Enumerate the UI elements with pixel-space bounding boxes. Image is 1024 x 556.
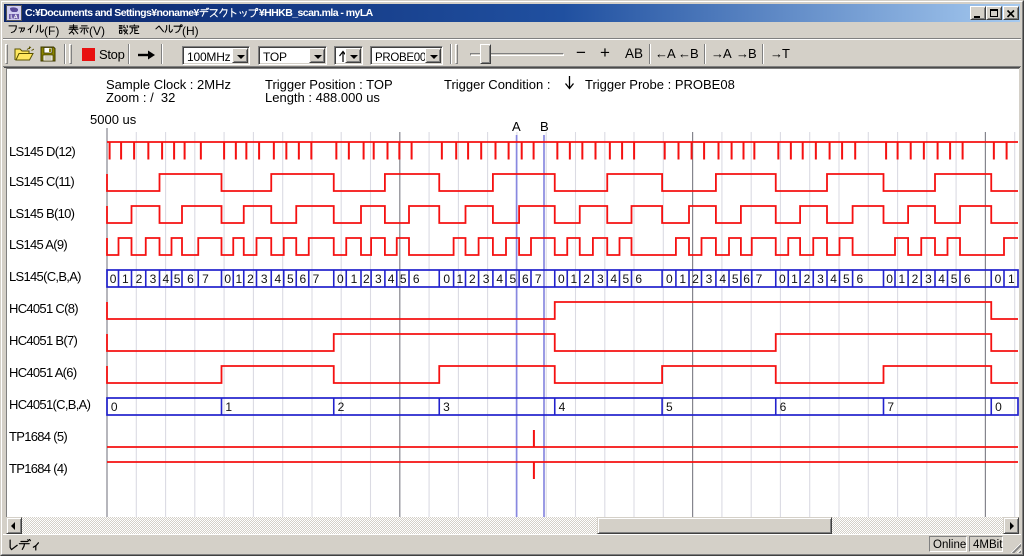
svg-text:4: 4 (830, 272, 837, 286)
svg-text:6: 6 (413, 272, 420, 286)
svg-text:0: 0 (995, 272, 1002, 286)
svg-text:2: 2 (338, 400, 345, 414)
svg-text:5: 5 (732, 272, 739, 286)
svg-text:6: 6 (780, 400, 787, 414)
svg-text:0: 0 (886, 272, 893, 286)
svg-text:1: 1 (1008, 272, 1015, 286)
svg-text:2: 2 (912, 272, 919, 286)
svg-text:1: 1 (679, 272, 686, 286)
svg-text:5: 5 (287, 272, 294, 286)
svg-text:0: 0 (995, 400, 1002, 414)
svg-text:3: 3 (261, 272, 268, 286)
svg-text:7: 7 (202, 272, 209, 286)
svg-text:0: 0 (224, 272, 231, 286)
svg-text:2: 2 (692, 272, 699, 286)
svg-text:2: 2 (136, 272, 143, 286)
svg-text:1: 1 (351, 272, 358, 286)
svg-text:1: 1 (899, 272, 906, 286)
svg-text:2: 2 (363, 272, 370, 286)
svg-text:3: 3 (483, 272, 490, 286)
svg-text:1: 1 (791, 272, 798, 286)
svg-text:3: 3 (925, 272, 932, 286)
svg-text:7: 7 (756, 272, 763, 286)
svg-text:2: 2 (804, 272, 811, 286)
svg-text:5: 5 (174, 272, 181, 286)
svg-text:2: 2 (583, 272, 590, 286)
svg-text:4: 4 (496, 272, 503, 286)
svg-text:5: 5 (843, 272, 850, 286)
svg-text:4: 4 (388, 272, 395, 286)
svg-text:0: 0 (111, 400, 118, 414)
svg-text:4: 4 (559, 400, 566, 414)
svg-text:5: 5 (510, 272, 517, 286)
svg-text:1: 1 (570, 272, 577, 286)
svg-text:6: 6 (964, 272, 971, 286)
svg-text:6: 6 (187, 272, 194, 286)
svg-text:3: 3 (817, 272, 824, 286)
svg-text:0: 0 (443, 272, 450, 286)
svg-text:4: 4 (274, 272, 281, 286)
svg-text:3: 3 (597, 272, 604, 286)
svg-text:2: 2 (247, 272, 254, 286)
svg-text:6: 6 (299, 272, 306, 286)
svg-text:7: 7 (535, 272, 542, 286)
svg-text:2: 2 (469, 272, 476, 286)
svg-text:1: 1 (235, 272, 242, 286)
svg-text:5: 5 (666, 400, 673, 414)
svg-text:4: 4 (610, 272, 617, 286)
svg-text:0: 0 (779, 272, 786, 286)
svg-text:5: 5 (400, 272, 407, 286)
svg-text:0: 0 (666, 272, 673, 286)
svg-text:3: 3 (375, 272, 382, 286)
svg-text:7: 7 (313, 272, 320, 286)
svg-text:6: 6 (856, 272, 863, 286)
svg-text:3: 3 (443, 400, 450, 414)
svg-text:5: 5 (951, 272, 958, 286)
svg-text:0: 0 (337, 272, 344, 286)
svg-text:1: 1 (225, 400, 232, 414)
svg-text:6: 6 (743, 272, 750, 286)
svg-text:7: 7 (887, 400, 894, 414)
svg-text:0: 0 (558, 272, 565, 286)
svg-text:1: 1 (457, 272, 464, 286)
svg-text:4: 4 (162, 272, 169, 286)
svg-text:6: 6 (635, 272, 642, 286)
svg-text:0: 0 (110, 272, 117, 286)
svg-text:5: 5 (622, 272, 629, 286)
svg-text:4: 4 (938, 272, 945, 286)
svg-text:6: 6 (522, 272, 529, 286)
svg-text:1: 1 (122, 272, 129, 286)
svg-text:4: 4 (719, 272, 726, 286)
svg-text:3: 3 (706, 272, 713, 286)
svg-text:3: 3 (150, 272, 157, 286)
